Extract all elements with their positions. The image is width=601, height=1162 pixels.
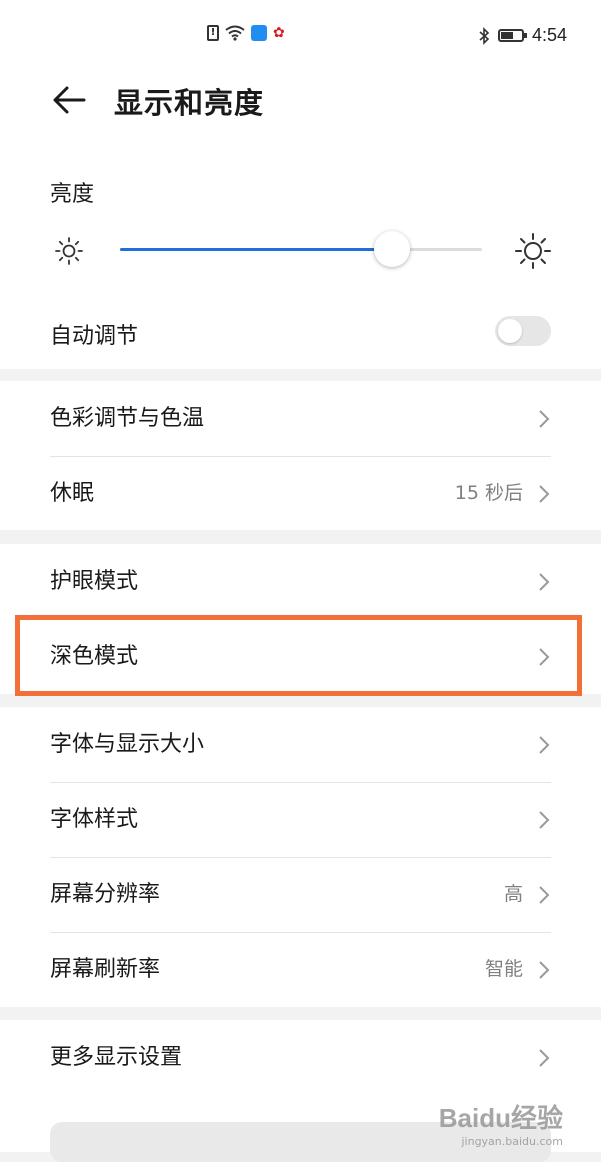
status-bar: ! ✿ 4:54: [0, 0, 601, 70]
sun-small-icon: [55, 237, 83, 265]
chevron-right-icon: [539, 961, 550, 979]
watermark-logo: Baidu经验: [438, 1103, 563, 1133]
status-right: 4:54: [478, 25, 567, 46]
back-arrow-icon[interactable]: [50, 80, 90, 120]
clock-time: 4:54: [531, 25, 567, 45]
watermark: Baidu经验 jingyan.baidu.com: [439, 1098, 563, 1148]
watermark-url: jingyan.baidu.com: [461, 1135, 563, 1148]
row-label: 屏幕分辨率: [50, 882, 161, 907]
chevron-right-icon: [539, 485, 550, 503]
brightness-slider[interactable]: [120, 231, 482, 267]
row-label: 字体样式: [50, 807, 139, 832]
settings-group-font: 字体与显示大小 字体样式 屏幕分辨率 高 屏幕刷新率 智能: [0, 707, 601, 1007]
wifi-icon: [225, 25, 245, 41]
row-label: 休眠: [50, 481, 95, 506]
page-title: 显示和亮度: [114, 86, 265, 120]
chevron-right-icon: [539, 811, 550, 829]
brightness-card: 亮度 自动调节: [0, 145, 601, 369]
cloud-icon: [251, 25, 267, 41]
chevron-right-icon: [539, 736, 550, 754]
brightness-label: 亮度: [50, 182, 95, 207]
row-label: 护眼模式: [50, 569, 139, 594]
bluetooth-icon: [479, 26, 490, 45]
refresh-rate-value: 智能: [484, 958, 523, 980]
chevron-right-icon: [539, 573, 550, 591]
chevron-right-icon: [539, 1049, 550, 1067]
font-style-row[interactable]: 字体样式: [50, 782, 551, 857]
app-header: 显示和亮度: [0, 70, 601, 145]
more-display-settings-row[interactable]: 更多显示设置: [50, 1020, 551, 1095]
battery-icon: [497, 29, 527, 42]
screen-resolution-row[interactable]: 屏幕分辨率 高: [50, 857, 551, 932]
settings-group-color: 色彩调节与色温 休眠 15 秒后: [0, 381, 601, 530]
eye-comfort-row[interactable]: 护眼模式: [50, 544, 551, 619]
row-label: 色彩调节与色温: [50, 406, 205, 431]
brightness-slider-thumb[interactable]: [373, 231, 410, 267]
refresh-rate-row[interactable]: 屏幕刷新率 智能: [50, 932, 551, 1007]
row-label: 字体与显示大小: [50, 732, 205, 757]
sleep-row[interactable]: 休眠 15 秒后: [50, 456, 551, 531]
row-label: 屏幕刷新率: [50, 957, 161, 982]
sim-alert-icon: !: [207, 25, 219, 41]
chevron-right-icon: [539, 410, 550, 428]
resolution-value: 高: [503, 883, 523, 905]
auto-brightness-toggle[interactable]: [495, 316, 551, 346]
brightness-slider-fill: [120, 248, 392, 251]
color-temperature-row[interactable]: 色彩调节与色温: [50, 381, 551, 456]
chevron-right-icon: [539, 886, 550, 904]
auto-brightness-label: 自动调节: [50, 324, 139, 349]
font-size-row[interactable]: 字体与显示大小: [50, 707, 551, 782]
dark-mode-highlight-box: [15, 615, 582, 696]
status-icons: ! ✿: [207, 25, 285, 41]
row-label: 更多显示设置: [50, 1045, 183, 1070]
sun-large-icon: [515, 233, 551, 269]
sleep-value: 15 秒后: [454, 482, 523, 504]
huawei-logo-icon: ✿: [273, 25, 285, 41]
